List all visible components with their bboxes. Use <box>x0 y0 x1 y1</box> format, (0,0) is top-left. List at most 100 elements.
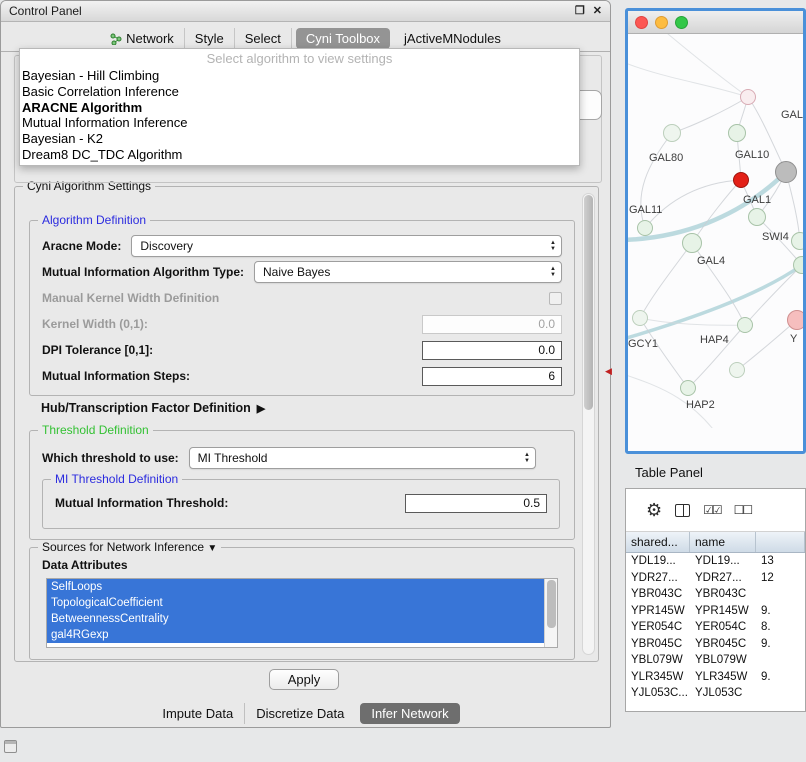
table-row[interactable]: YBR043CYBR043C <box>626 586 805 603</box>
table-row[interactable]: YBR045CYBR045C9. <box>626 636 805 653</box>
settings-scrollbar[interactable] <box>582 193 595 655</box>
kernel-width-input[interactable]: 0.0 <box>422 315 562 334</box>
scrollbar-thumb[interactable] <box>547 580 556 628</box>
node-label: GAL11 <box>629 204 662 216</box>
attribute-item[interactable]: TopologicalCoefficient <box>47 595 544 611</box>
which-threshold-select[interactable]: MI Threshold ▲▼ <box>189 447 536 469</box>
network-node[interactable] <box>737 317 753 333</box>
column-header[interactable]: shared... <box>626 532 690 552</box>
gear-icon[interactable]: ⚙ <box>646 503 662 518</box>
network-node[interactable] <box>791 232 806 250</box>
panel-dock-icon[interactable] <box>4 740 17 753</box>
algorithm-option[interactable]: Mutual Information Inference <box>20 115 579 131</box>
table-row[interactable]: YER054CYER054C8. <box>626 619 805 636</box>
network-node[interactable] <box>733 172 749 188</box>
deselect-all-icon[interactable]: ☐☐ <box>734 503 752 518</box>
algorithm-option[interactable]: Bayesian - K2 <box>20 131 579 147</box>
table-row[interactable]: YDL19...YDL19...13 <box>626 553 805 570</box>
data-attributes-list[interactable]: SelfLoops TopologicalCoefficient Between… <box>46 578 558 648</box>
network-node[interactable] <box>740 89 756 105</box>
minimize-traffic-light[interactable] <box>655 16 668 29</box>
show-columns-icon[interactable] <box>675 504 690 517</box>
mi-steps-input[interactable]: 6 <box>422 367 562 386</box>
node-label: HAP2 <box>686 399 715 411</box>
network-node[interactable] <box>637 220 653 236</box>
tab-jactivemnodules[interactable]: jActiveMNodules <box>394 28 511 49</box>
network-node[interactable] <box>663 124 681 142</box>
tab-impute-data[interactable]: Impute Data <box>151 703 245 724</box>
apply-button[interactable]: Apply <box>269 669 339 690</box>
close-window-icon[interactable]: ✕ <box>593 6 602 17</box>
table-cell: YER054C <box>626 619 690 636</box>
network-window-titlebar[interactable] <box>628 11 803 34</box>
algorithm-option[interactable]: Dream8 DC_TDC Algorithm <box>20 147 579 163</box>
group-title: MI Threshold Definition <box>51 472 182 486</box>
list-scrollbar[interactable] <box>544 579 557 647</box>
mi-threshold-input[interactable]: 0.5 <box>405 494 547 513</box>
table-cell: YDR27... <box>626 570 690 587</box>
node-label: GCY1 <box>628 338 658 350</box>
table-row[interactable]: YDR27...YDR27...12 <box>626 570 805 587</box>
tab-infer-network[interactable]: Infer Network <box>360 703 459 724</box>
group-title: Threshold Definition <box>38 423 153 437</box>
network-node[interactable] <box>748 208 766 226</box>
algorithm-option-selected[interactable]: ARACNE Algorithm <box>20 100 579 116</box>
network-node[interactable] <box>793 256 806 274</box>
attribute-item[interactable]: BetweennessCentrality <box>47 611 544 627</box>
scrollbar-thumb[interactable] <box>584 195 593 410</box>
table-cell: YJL053C <box>690 685 756 702</box>
sources-group-title[interactable]: Sources for Network Inference ▼ <box>38 540 221 554</box>
tab-cyni-toolbox[interactable]: Cyni Toolbox <box>296 28 390 49</box>
mi-type-select[interactable]: Naive Bayes ▲▼ <box>254 261 562 283</box>
table-cell: YBR045C <box>690 636 756 653</box>
column-header[interactable] <box>756 532 805 552</box>
attribute-item[interactable]: SelfLoops <box>47 579 544 595</box>
tab-label: Cyni Toolbox <box>306 31 380 46</box>
tab-select[interactable]: Select <box>235 28 292 49</box>
close-traffic-light[interactable] <box>635 16 648 29</box>
splitter-collapse-icon[interactable]: ◀ <box>605 366 612 377</box>
table-row[interactable]: YLR345WYLR345W9. <box>626 669 805 686</box>
select-all-icon[interactable]: ☑☑ <box>703 503 721 518</box>
network-node[interactable] <box>729 362 745 378</box>
kernel-width-label: Kernel Width (0,1): <box>42 317 148 331</box>
table-cell: YDL19... <box>626 553 690 570</box>
table-row[interactable]: YBL079WYBL079W <box>626 652 805 669</box>
mi-type-label: Mutual Information Algorithm Type: <box>42 265 244 279</box>
table-row[interactable]: YPR145WYPR145W9. <box>626 603 805 620</box>
network-node[interactable] <box>632 310 648 326</box>
column-header[interactable]: name <box>690 532 756 552</box>
network-canvas[interactable]: GALGAL80GAL10GAL11GAL1SWI4GAL4GCY1HAP4YH… <box>628 34 803 428</box>
tab-label: Network <box>126 31 174 46</box>
sources-group: Sources for Network Inference ▼ Data Att… <box>29 547 575 660</box>
node-label: GAL4 <box>697 255 725 267</box>
manual-kernel-checkbox[interactable] <box>549 292 562 305</box>
dpi-tolerance-input[interactable]: 0.0 <box>422 341 562 360</box>
tab-discretize-data[interactable]: Discretize Data <box>245 703 355 724</box>
table-cell: 9. <box>756 603 805 620</box>
table-panel-title: Table Panel <box>625 460 806 485</box>
table-cell: 12 <box>756 570 805 587</box>
network-node[interactable] <box>682 233 702 253</box>
table-row[interactable]: YJL053C...YJL053C <box>626 685 805 702</box>
tab-style[interactable]: Style <box>185 28 235 49</box>
algorithm-placeholder: Select algorithm to view settings <box>20 51 579 68</box>
algorithm-option[interactable]: Bayesian - Hill Climbing <box>20 68 579 84</box>
network-node[interactable] <box>787 310 806 330</box>
network-node[interactable] <box>775 161 797 183</box>
node-label: SWI4 <box>762 231 789 243</box>
zoom-traffic-light[interactable] <box>675 16 688 29</box>
table-cell: 9. <box>756 669 805 686</box>
tab-label: Select <box>245 31 281 46</box>
tab-label: Style <box>195 31 224 46</box>
aracne-mode-select[interactable]: Discovery ▲▼ <box>131 235 562 257</box>
network-node[interactable] <box>728 124 746 142</box>
attribute-item[interactable]: gal4RGexp <box>47 627 544 643</box>
algorithm-option[interactable]: Basic Correlation Inference <box>20 84 579 100</box>
network-node[interactable] <box>680 380 696 396</box>
float-window-icon[interactable]: ❐ <box>575 6 585 17</box>
tab-network[interactable]: Network <box>100 28 185 49</box>
control-panel-window: Control Panel ❐ ✕ Network Style Select <box>0 0 611 728</box>
hub-definition-toggle[interactable]: Hub/Transcription Factor Definition ▶ <box>41 401 265 415</box>
selected-value: Naive Bayes <box>263 265 330 279</box>
